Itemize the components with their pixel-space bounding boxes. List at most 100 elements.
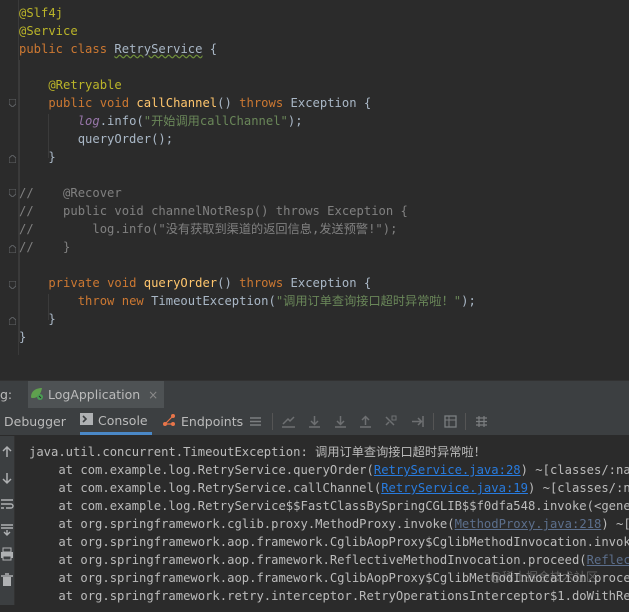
- tab-debugger-label: Debugger: [4, 414, 66, 429]
- tab-console-label: Console: [98, 412, 148, 428]
- console-toolbar: Debugger Console Endpoints: [0, 408, 629, 436]
- code-token: log: [77, 114, 100, 128]
- toolbar-separator: [272, 413, 273, 430]
- code-token: callChannel: [136, 96, 218, 110]
- code-line[interactable]: }: [19, 310, 629, 328]
- console-text: java.util.concurrent.TimeoutException: 调…: [29, 445, 486, 459]
- code-lines[interactable]: @Slf4j @Service public class RetryService …: [19, 4, 629, 346]
- code-line[interactable]: @Retryable: [19, 76, 629, 94]
- toolbar-separator: [465, 413, 466, 430]
- code-line[interactable]: [19, 256, 629, 274]
- step-out-icon[interactable]: [358, 414, 373, 429]
- code-token: queryOrder: [143, 276, 218, 290]
- console-text: at com.example.log.RetryService$$FastCla…: [29, 499, 629, 513]
- fold-marker-icon[interactable]: [9, 245, 16, 253]
- menu-lines-icon[interactable]: [248, 414, 263, 429]
- close-icon[interactable]: ×: [148, 388, 158, 402]
- tab-log-application[interactable]: LogApplication ×: [28, 381, 165, 408]
- code-line[interactable]: // log.info("没有获取到渠道的返回信息,发送预警!");: [19, 220, 629, 238]
- trash-icon[interactable]: [0, 572, 14, 586]
- console-text: ) ~[classes/:na]: [520, 463, 629, 477]
- code-token: // public void channelNotResp() throws E…: [19, 204, 408, 218]
- console-side-toolbar: [0, 436, 15, 605]
- code-token: }: [19, 330, 27, 344]
- arrow-up-icon[interactable]: [0, 444, 14, 458]
- code-line[interactable]: @Service: [19, 22, 629, 40]
- code-token: "开始调用callChannel": [143, 114, 288, 128]
- spring-leaf-icon: [28, 385, 44, 404]
- console-text: ) ~[spri: [601, 517, 629, 531]
- step-over-icon[interactable]: [307, 414, 322, 429]
- code-line[interactable]: }: [19, 328, 629, 346]
- console-text: at org.springframework.aop.framework.Ref…: [29, 553, 587, 567]
- console-text: at org.springframework.retry.interceptor…: [29, 589, 629, 603]
- console-line: at org.springframework.retry.interceptor…: [15, 587, 629, 605]
- fold-marker-icon[interactable]: [9, 155, 16, 163]
- code-token: // }: [19, 240, 71, 254]
- code-line[interactable]: // public void channelNotResp() throws E…: [19, 202, 629, 220]
- code-token: RetryService: [114, 42, 203, 56]
- code-line[interactable]: public class RetryService {: [19, 40, 629, 58]
- code-token: {: [202, 42, 218, 56]
- fold-marker-icon[interactable]: [9, 99, 16, 107]
- source-link[interactable]: Reflective: [587, 553, 629, 567]
- drop-frame-icon[interactable]: [383, 414, 398, 429]
- run-tool-window-header: g: LogApplication ×: [0, 380, 629, 409]
- code-line[interactable]: @Slf4j: [19, 4, 629, 22]
- code-line[interactable]: [19, 166, 629, 184]
- code-token: throws: [239, 276, 291, 290]
- code-token: .info(: [99, 114, 144, 128]
- code-line[interactable]: log.info("开始调用callChannel");: [19, 112, 629, 130]
- tab-debugger[interactable]: Debugger: [4, 408, 66, 435]
- console-line: at com.example.log.RetryService$$FastCla…: [15, 497, 629, 515]
- console-text: at org.springframework.aop.framework.Cgl…: [29, 535, 629, 549]
- code-line[interactable]: queryOrder();: [19, 130, 629, 148]
- source-link[interactable]: MethodProxy.java:218: [455, 517, 602, 531]
- run-to-cursor-icon[interactable]: [410, 414, 425, 429]
- arrow-down-icon[interactable]: [0, 470, 14, 485]
- code-token: Exception {: [290, 276, 372, 290]
- tab-console[interactable]: Console: [80, 408, 152, 435]
- watermark: @稀土掘金技术社区: [490, 570, 599, 584]
- show-execution-point-icon[interactable]: [281, 414, 296, 429]
- code-token: Exception {: [290, 96, 372, 110]
- code-token: throw new: [77, 294, 152, 308]
- code-line[interactable]: // @Recover: [19, 184, 629, 202]
- code-line[interactable]: }: [19, 148, 629, 166]
- code-editor[interactable]: @Slf4j @Service public class RetryService …: [0, 0, 629, 355]
- code-token: (): [217, 276, 240, 290]
- code-line[interactable]: private void queryOrder() throws Excepti…: [19, 274, 629, 292]
- fold-marker-icon[interactable]: [9, 189, 16, 197]
- code-token: class: [70, 42, 115, 56]
- toolbar-separator: [433, 413, 434, 430]
- code-line[interactable]: // }: [19, 238, 629, 256]
- console-line: at org.springframework.aop.framework.Ref…: [15, 551, 629, 569]
- console-output[interactable]: java.util.concurrent.TimeoutException: 调…: [15, 436, 629, 612]
- source-link[interactable]: RetryService.java:28: [374, 463, 521, 477]
- code-token: TimeoutException(: [151, 294, 276, 308]
- console-text: ) ~[classes/:na]: [527, 481, 629, 495]
- console-text: at org.springframework.cglib.proxy.Metho…: [29, 517, 455, 531]
- code-token: "调用订单查询接口超时异常啦！": [275, 294, 462, 308]
- console-text: at com.example.log.RetryService.callChan…: [29, 481, 382, 495]
- soft-wrap-icon[interactable]: [0, 496, 14, 510]
- code-line[interactable]: public void callChannel() throws Excepti…: [19, 94, 629, 112]
- evaluate-expression-icon[interactable]: [443, 414, 458, 429]
- editor-gutter: [0, 0, 19, 355]
- source-link[interactable]: RetryService.java:19: [381, 481, 528, 495]
- console-line: at org.springframework.aop.framework.Cgl…: [15, 533, 629, 551]
- code-token: );: [461, 294, 476, 308]
- scroll-to-end-icon[interactable]: [0, 521, 14, 536]
- fold-marker-icon[interactable]: [9, 317, 16, 325]
- code-token: // log.info("没有获取到渠道的返回信息,发送预警!");: [19, 222, 398, 236]
- trace-icon[interactable]: [474, 414, 489, 429]
- fold-marker-icon[interactable]: [9, 281, 16, 289]
- tab-endpoints[interactable]: Endpoints: [162, 408, 243, 435]
- code-line[interactable]: throw new TimeoutException("调用订单查询接口超时异常…: [19, 292, 629, 310]
- code-token: }: [19, 150, 56, 164]
- code-token: private: [19, 276, 108, 290]
- print-icon[interactable]: [0, 546, 14, 561]
- code-line[interactable]: [19, 58, 629, 76]
- step-into-icon[interactable]: [333, 414, 348, 429]
